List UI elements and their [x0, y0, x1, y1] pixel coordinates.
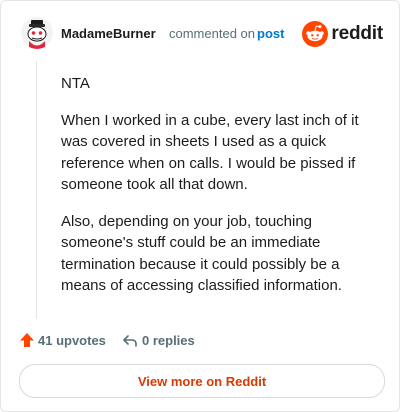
comment-paragraph: Also, depending on your job, touching so… [61, 212, 342, 295]
comment-paragraph: When I worked in a cube, every last inch… [61, 111, 359, 194]
view-more-button[interactable]: View more on Reddit [19, 364, 385, 398]
reddit-wordmark: reddit [331, 23, 383, 44]
reddit-logo[interactable]: reddit [302, 20, 383, 48]
replies-count[interactable]: 0 replies [142, 333, 195, 348]
reply-arrow-icon[interactable] [122, 333, 138, 349]
upvote-arrow-icon[interactable] [19, 332, 35, 348]
comment-header: MadameBurner commented on post reddit [21, 17, 383, 51]
commented-on-text: commented on [169, 26, 255, 41]
thread-line [36, 61, 37, 319]
comment-embed-card: MadameBurner commented on post reddit NT… [0, 0, 400, 412]
username-link[interactable]: MadameBurner [61, 26, 156, 41]
upvotes-count[interactable]: 41 upvotes [38, 333, 106, 348]
post-link[interactable]: post [257, 26, 284, 41]
comment-body: NTA When I worked in a cube, every last … [61, 73, 377, 312]
snoo-avatar-icon[interactable] [21, 17, 53, 49]
reddit-snoo-icon [302, 21, 329, 47]
comment-paragraph: NTA [61, 75, 90, 92]
